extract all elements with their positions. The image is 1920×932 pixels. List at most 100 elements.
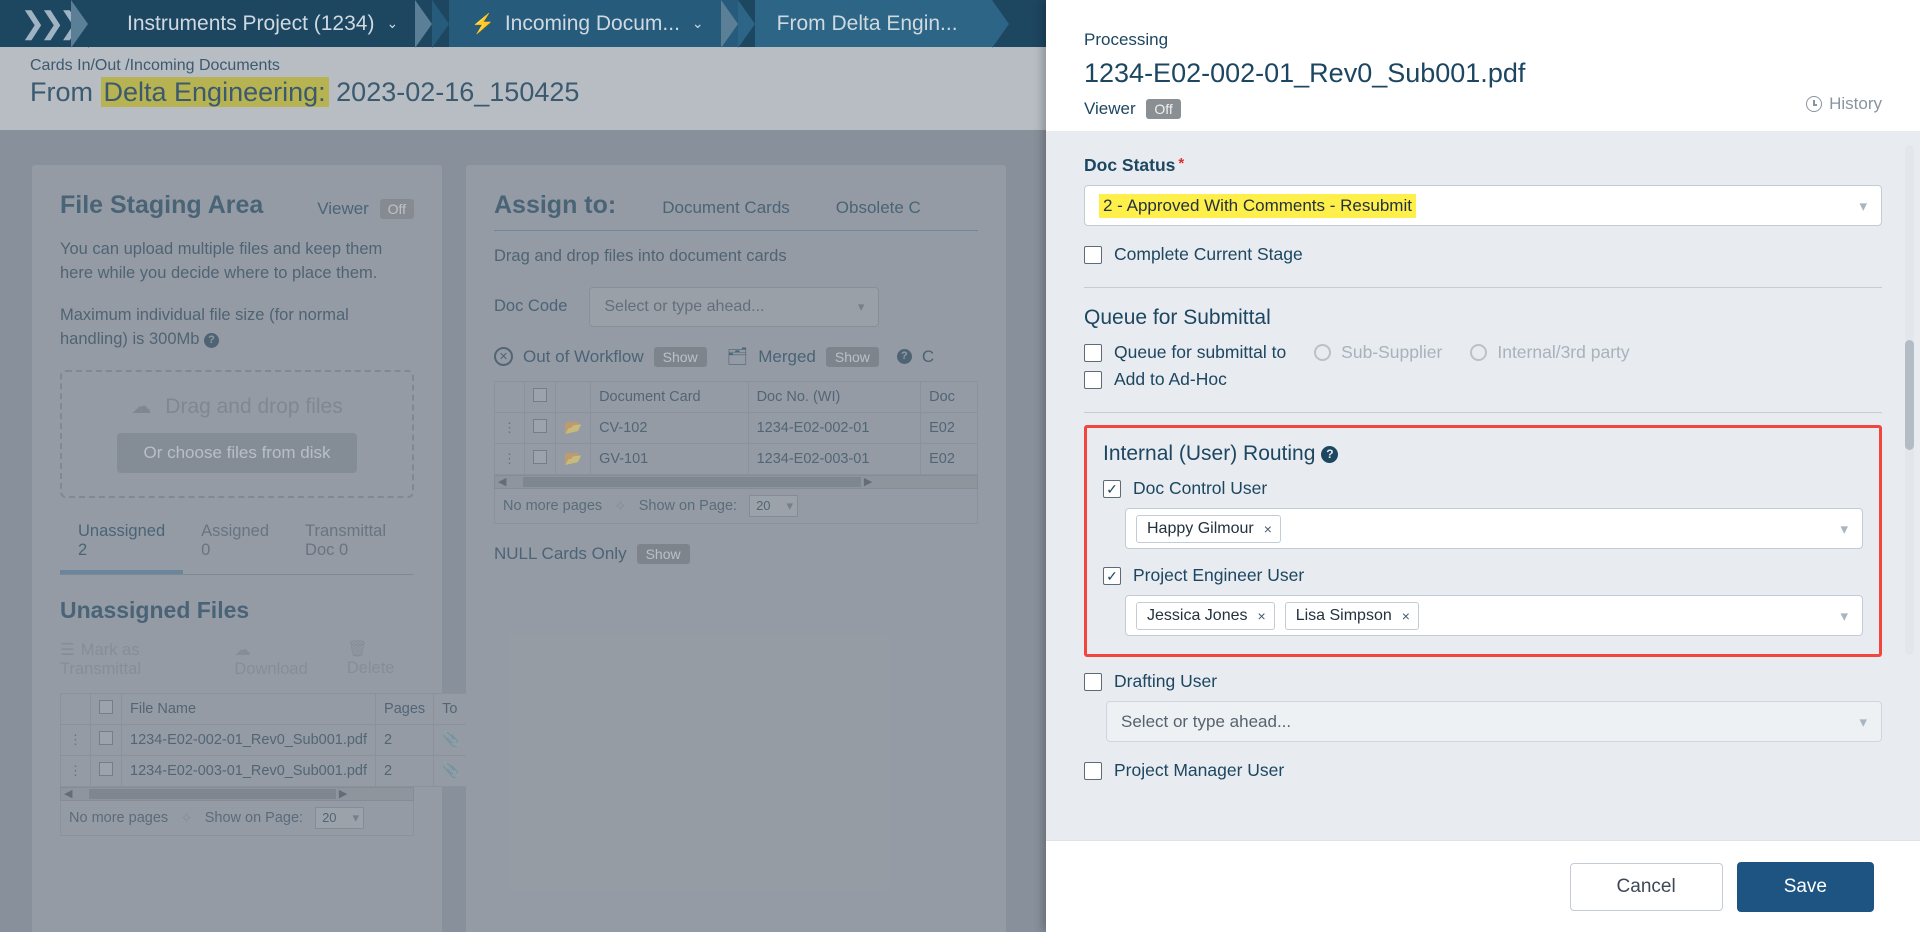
add-to-adhoc-checkbox[interactable] <box>1084 370 1102 389</box>
row-checkbox[interactable] <box>99 730 113 745</box>
internal-third-party-radio[interactable] <box>1470 344 1488 361</box>
drafting-user-select[interactable]: Select or type ahead... ▾ <box>1106 701 1882 742</box>
left-viewer-label: Viewer <box>317 199 369 218</box>
sub-supplier-label: Sub-Supplier <box>1341 342 1443 362</box>
tab-unassigned[interactable]: Unassigned 2 <box>60 516 184 574</box>
table-row[interactable]: ⋮ 1234-E02-003-01_Rev0_Sub001.pdf 2 📎 <box>60 754 470 787</box>
scroll-right-icon[interactable]: ▶ <box>336 787 350 800</box>
null-cards-show-badge[interactable]: Show <box>636 543 690 564</box>
internal-third-party-radio-option[interactable]: Internal/3rd party <box>1470 342 1630 363</box>
table-row[interactable]: ⋮ 1234-E02-002-01_Rev0_Sub001.pdf 2 📎 <box>60 723 470 756</box>
help-icon[interactable]: ? <box>896 349 912 365</box>
drafting-user-row[interactable]: Drafting User <box>1084 671 1882 692</box>
refresh-icon[interactable]: ✧ <box>180 809 193 827</box>
table-row[interactable]: ⋮ 📂 CV-102 1234-E02-002-01 E02 <box>494 411 978 444</box>
drawer-viewer-state[interactable]: Off <box>1146 99 1181 119</box>
folder-open-icon[interactable]: 📂 <box>554 442 592 475</box>
project-engineer-user-row[interactable]: Project Engineer User <box>1103 565 1863 586</box>
doc-control-user-checkbox[interactable] <box>1103 479 1121 498</box>
scroll-left-icon[interactable]: ◀ <box>495 475 509 488</box>
project-manager-user-row[interactable]: Project Manager User <box>1084 760 1882 781</box>
left-viewer-state[interactable]: Off <box>379 199 414 219</box>
user-token[interactable]: Happy Gilmour × <box>1136 514 1281 543</box>
history-button[interactable]: History <box>1806 94 1882 114</box>
row-checkbox[interactable] <box>99 761 113 776</box>
out-of-workflow-label: Out of Workflow <box>523 346 644 366</box>
user-token[interactable]: Lisa Simpson × <box>1284 601 1419 630</box>
doc-status-select[interactable]: 2 - Approved With Comments - Resubmit ▾ <box>1084 185 1882 226</box>
add-to-adhoc-label: Add to Ad-Hoc <box>1114 369 1227 389</box>
tab-transmittal-doc[interactable]: Transmittal Doc 0 <box>287 516 414 574</box>
project-engineer-user-checkbox[interactable] <box>1103 566 1121 585</box>
breadcrumb-project[interactable]: Instruments Project (1234) ⌄ <box>105 0 433 47</box>
project-manager-user-label: Project Manager User <box>1114 760 1285 780</box>
scroll-left-icon[interactable]: ◀ <box>61 787 75 800</box>
drawer-viewer-toggle[interactable]: Viewer Off <box>1084 99 1882 119</box>
drawer-scrollbar[interactable] <box>1905 145 1914 655</box>
breadcrumb-incoming-documents[interactable]: ⚡ Incoming Docum... ⌄ <box>449 0 738 47</box>
project-engineer-user-select[interactable]: Jessica Jones × Lisa Simpson × ▾ <box>1125 595 1863 636</box>
select-all-checkbox[interactable] <box>533 387 547 402</box>
complete-current-stage-row[interactable]: Complete Current Stage <box>1084 244 1882 265</box>
folder-open-icon[interactable]: 📂 <box>554 411 592 444</box>
delete-button[interactable]: 🗑Delete <box>347 640 414 679</box>
mark-as-transmittal-button[interactable]: ☰ Mark as Transmittal <box>60 640 208 679</box>
cell-attach-icon[interactable]: 📎 <box>433 723 470 756</box>
help-icon[interactable]: ? <box>204 332 220 348</box>
table-horizontal-scrollbar[interactable]: ◀ ▶ <box>494 474 978 489</box>
chevron-down-icon[interactable]: ⌄ <box>386 15 398 32</box>
sub-supplier-radio[interactable] <box>1314 344 1332 361</box>
left-viewer-toggle[interactable]: Viewer Off <box>317 199 414 219</box>
row-menu-icon[interactable]: ⋮ <box>69 763 82 778</box>
sub-supplier-radio-option[interactable]: Sub-Supplier <box>1314 342 1442 363</box>
drafting-user-checkbox[interactable] <box>1084 672 1102 691</box>
col-doc-no: Doc No. (WI) <box>747 380 922 413</box>
scrollbar-thumb[interactable] <box>523 476 861 487</box>
page-size-select[interactable]: 20 ▾ <box>315 806 365 829</box>
doc-control-user-row[interactable]: Doc Control User <box>1103 478 1863 499</box>
complete-current-stage-checkbox[interactable] <box>1084 245 1102 264</box>
help-circle-icon[interactable]: ? <box>1321 446 1339 463</box>
cloud-download-icon: ☁ <box>234 640 251 659</box>
row-checkbox[interactable] <box>533 449 547 464</box>
queue-for-submittal-checkbox[interactable] <box>1084 343 1102 362</box>
choose-files-button[interactable]: Or choose files from disk <box>117 433 357 474</box>
merged-show-badge[interactable]: Show <box>825 346 879 367</box>
drawer-scrollbar-thumb[interactable] <box>1905 340 1914 450</box>
row-checkbox[interactable] <box>533 418 547 433</box>
remove-token-icon[interactable]: × <box>1402 608 1410 624</box>
scroll-right-icon[interactable]: ▶ <box>861 475 875 488</box>
tab-obsolete-cards[interactable]: Obsolete C <box>836 198 921 218</box>
file-dropzone[interactable]: ☁ Drag and drop files Or choose files fr… <box>60 369 414 498</box>
row-menu-icon[interactable]: ⋮ <box>503 420 516 435</box>
add-to-adhoc-row[interactable]: Add to Ad-Hoc <box>1084 369 1882 390</box>
breadcrumb-from-delta[interactable]: From Delta Engin... <box>754 0 992 47</box>
remove-token-icon[interactable]: × <box>1258 608 1266 624</box>
tab-document-cards[interactable]: Document Cards <box>662 198 790 218</box>
out-of-workflow-show-badge[interactable]: Show <box>653 346 707 367</box>
row-menu-icon[interactable]: ⋮ <box>69 732 82 747</box>
user-token[interactable]: Jessica Jones × <box>1136 601 1275 630</box>
tab-assigned[interactable]: Assigned 0 <box>183 516 287 574</box>
page-size-select[interactable]: 20 ▾ <box>749 494 799 517</box>
row-menu-icon[interactable]: ⋮ <box>503 451 516 466</box>
chevron-down-icon[interactable]: ⌄ <box>692 15 704 32</box>
refresh-icon[interactable]: ✧ <box>614 497 627 515</box>
project-manager-user-checkbox[interactable] <box>1084 761 1102 780</box>
download-button[interactable]: ☁Download <box>234 640 320 679</box>
cancel-button[interactable]: Cancel <box>1569 862 1723 911</box>
doc-code-select[interactable]: Select or type ahead... ▾ <box>589 286 880 327</box>
document-cards-table: Document Card Doc No. (WI) Doc ⋮ 📂 CV-10… <box>494 380 978 475</box>
left-pager: No more pages ✧ Show on Page: 20 ▾ <box>60 800 414 836</box>
table-horizontal-scrollbar[interactable]: ◀ ▶ <box>60 786 414 801</box>
scrollbar-thumb[interactable] <box>89 788 336 799</box>
complete-current-stage-label: Complete Current Stage <box>1114 244 1303 264</box>
doc-control-user-select[interactable]: Happy Gilmour × ▾ <box>1125 508 1863 549</box>
select-all-checkbox[interactable] <box>99 699 113 714</box>
save-button[interactable]: Save <box>1736 861 1874 912</box>
internal-user-routing-highlight: Internal (User) Routing? Doc Control Use… <box>1084 425 1882 657</box>
table-row[interactable]: ⋮ 📂 GV-101 1234-E02-003-01 E02 <box>494 442 978 475</box>
cell-doc: E02 <box>920 411 978 444</box>
cell-attach-icon[interactable]: 📎 <box>433 754 470 787</box>
remove-token-icon[interactable]: × <box>1264 521 1272 537</box>
